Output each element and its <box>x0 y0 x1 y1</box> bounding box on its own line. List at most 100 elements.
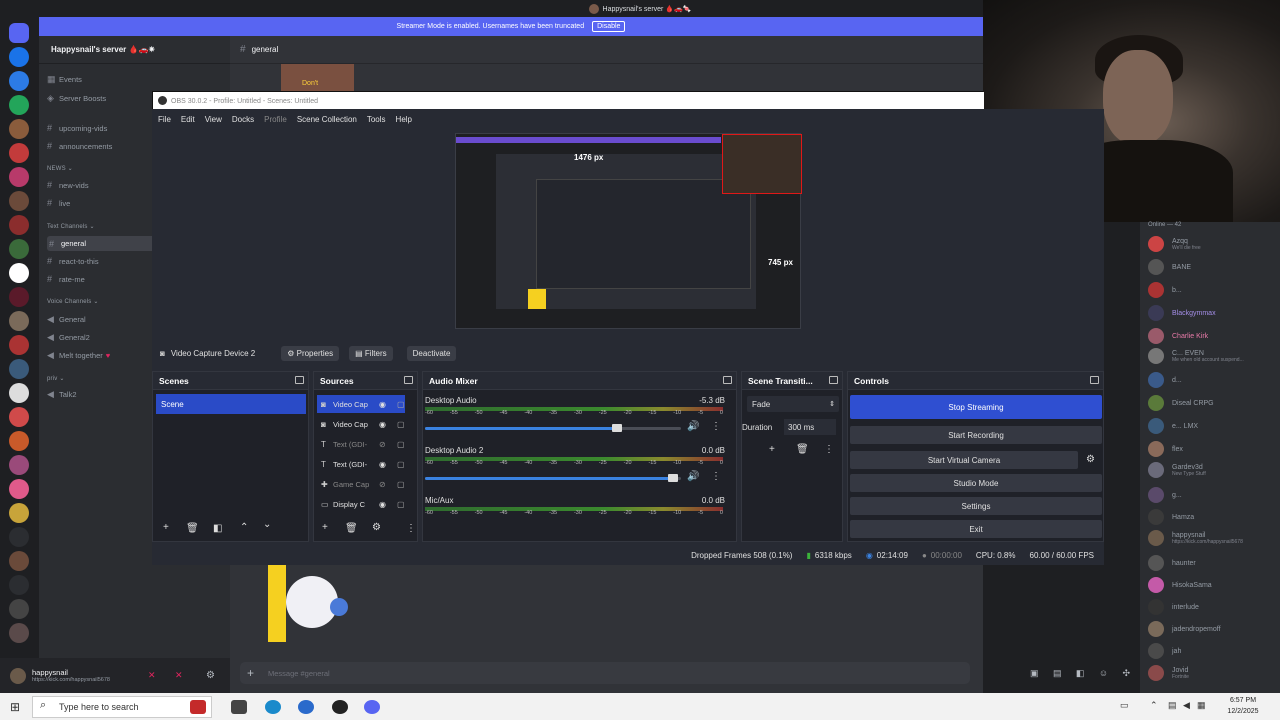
lock-icon[interactable]: ▢ <box>397 400 405 409</box>
member-item[interactable]: Jovid Fortnite <box>1148 665 1189 681</box>
start-recording-button[interactable]: Start Recording <box>850 426 1102 444</box>
add-scene-icon[interactable]: + <box>163 522 169 533</box>
scene-filter-icon[interactable]: ◧ <box>213 523 222 534</box>
server-icon[interactable] <box>9 383 29 403</box>
member-item[interactable]: Blackgymmax <box>1148 305 1216 321</box>
meme-image[interactable]: Don't <box>281 64 354 91</box>
menu-scene-collection[interactable]: Scene Collection <box>297 115 357 124</box>
source-item[interactable]: ✚ Game Cap ⊘ ▢ <box>317 475 405 493</box>
member-item[interactable]: Gardev3d New Type Stuff <box>1148 462 1206 478</box>
volume-knob[interactable] <box>668 474 679 482</box>
filters-button[interactable]: ▤ Filters <box>349 345 393 361</box>
home-icon[interactable] <box>9 23 29 43</box>
voice-general[interactable]: ◀ General <box>47 314 86 325</box>
undock-icon[interactable] <box>829 376 838 384</box>
server-icon[interactable] <box>9 551 29 571</box>
obs-preview[interactable]: 1476 px 745 px <box>455 133 802 329</box>
emoji-icon[interactable]: ☺ <box>1099 668 1108 680</box>
message-input[interactable]: Message #general <box>240 662 970 684</box>
member-item[interactable]: jah <box>1148 643 1181 659</box>
server-icon[interactable] <box>9 575 29 595</box>
server-icon[interactable] <box>9 311 29 331</box>
chevron-up-icon[interactable]: ⌃ <box>1150 700 1158 711</box>
server-name[interactable]: Happysnail's server 🩸🚗✷ <box>39 36 230 64</box>
server-icon[interactable] <box>9 431 29 451</box>
server-icon[interactable] <box>9 479 29 499</box>
start-virtual-camera-button[interactable]: Start Virtual Camera <box>850 451 1078 469</box>
discord-taskbar-icon[interactable] <box>364 700 380 714</box>
server-icon[interactable] <box>9 599 29 619</box>
preview-webcam-source[interactable] <box>722 134 802 194</box>
server-icon[interactable] <box>9 215 29 235</box>
server-icon[interactable] <box>9 239 29 259</box>
source-item[interactable]: ▭ Display C ◉ ▢ <box>317 495 405 513</box>
server-boosts-item[interactable]: ◈ Server Boosts <box>47 93 106 104</box>
apps-icon[interactable]: ✣ <box>1122 668 1130 680</box>
studio-mode-button[interactable]: Studio Mode <box>850 474 1102 492</box>
server-icon[interactable] <box>9 335 29 355</box>
server-icon[interactable] <box>9 527 29 547</box>
exit-button[interactable]: Exit <box>850 520 1102 538</box>
avatar[interactable] <box>10 667 26 684</box>
channel-announcements[interactable]: # announcements <box>47 141 112 151</box>
server-icon[interactable] <box>9 119 29 139</box>
category-voice-channels[interactable]: Voice Channels ⌄ <box>47 298 99 305</box>
server-icon[interactable] <box>9 191 29 211</box>
member-item[interactable]: b... <box>1148 282 1182 298</box>
category-text-channels[interactable]: Text Channels ⌄ <box>47 223 95 230</box>
trash-icon[interactable]: 🗑 <box>345 523 358 534</box>
speaker-icon[interactable]: 🔊 <box>687 421 699 432</box>
server-icon[interactable] <box>9 407 29 427</box>
channel-rate-me[interactable]: # rate-me <box>47 274 85 284</box>
gif-icon[interactable]: ▤ <box>1053 668 1062 680</box>
keyboard-icon[interactable]: ▭ <box>1120 700 1129 711</box>
add-transition-icon[interactable]: + <box>769 444 775 455</box>
server-icon[interactable] <box>9 359 29 379</box>
channel-new-vids[interactable]: # new-vids <box>47 180 89 190</box>
eye-icon[interactable]: ◉ <box>379 420 386 429</box>
events-item[interactable]: ▦ Events <box>47 74 82 85</box>
channel-upcoming-vids[interactable]: # upcoming-vids <box>47 123 107 133</box>
eye-icon[interactable]: ◉ <box>379 500 386 509</box>
lock-icon[interactable]: ▢ <box>397 440 405 449</box>
member-item[interactable]: HisokaSama <box>1148 577 1212 593</box>
more-icon[interactable]: ⋮ <box>711 471 721 482</box>
volume-icon[interactable]: ◀ <box>1183 700 1190 711</box>
edge-icon[interactable] <box>265 700 281 714</box>
source-item[interactable]: ◙ Video Cap ◉ ▢ <box>317 415 405 433</box>
server-icon[interactable] <box>9 503 29 523</box>
language-icon[interactable]: ▦ <box>1197 700 1206 711</box>
undock-icon[interactable] <box>723 376 732 384</box>
member-item[interactable]: haunter <box>1148 555 1196 571</box>
sticker-icon[interactable]: ◧ <box>1076 668 1085 680</box>
voice-melt-together[interactable]: ◀ Melt together ♥ <box>47 350 110 361</box>
trash-icon[interactable]: 🗑 <box>796 444 809 455</box>
menu-edit[interactable]: Edit <box>181 115 195 124</box>
member-item[interactable]: Charlie Kirk <box>1148 328 1208 344</box>
more-icon[interactable]: ⋮ <box>711 421 721 432</box>
gear-icon[interactable]: ⚙ <box>372 522 381 533</box>
lock-icon[interactable]: ▢ <box>397 480 405 489</box>
menu-file[interactable]: File <box>158 115 171 124</box>
virtual-camera-settings-icon[interactable]: ⚙ <box>1086 454 1095 465</box>
add-attachment-icon[interactable]: + <box>247 666 254 680</box>
volume-knob[interactable] <box>612 424 622 432</box>
member-item[interactable]: C... EVEN Me when old account suspend... <box>1148 348 1244 364</box>
menu-profile[interactable]: Profile <box>264 115 287 124</box>
server-icon[interactable] <box>9 287 29 307</box>
task-view-icon[interactable] <box>231 700 247 714</box>
eye-icon[interactable]: ◉ <box>379 400 386 409</box>
properties-button[interactable]: ⚙ Properties <box>281 345 340 361</box>
mute-icon[interactable]: ✕ <box>148 670 156 681</box>
server-icon[interactable] <box>9 455 29 475</box>
browser-icon[interactable] <box>298 700 314 714</box>
speaker-icon[interactable]: 🔊 <box>687 471 699 482</box>
chevron-up-icon[interactable]: ⌃ <box>240 522 248 533</box>
lock-icon[interactable]: ▢ <box>397 460 405 469</box>
trash-icon[interactable]: 🗑 <box>186 523 199 534</box>
server-icon[interactable] <box>9 71 29 91</box>
server-icon[interactable] <box>9 47 29 67</box>
eye-slash-icon[interactable]: ⊘ <box>379 480 386 489</box>
category-priv[interactable]: priv ⌄ <box>47 375 65 382</box>
deafen-icon[interactable]: ✕ <box>175 670 183 681</box>
